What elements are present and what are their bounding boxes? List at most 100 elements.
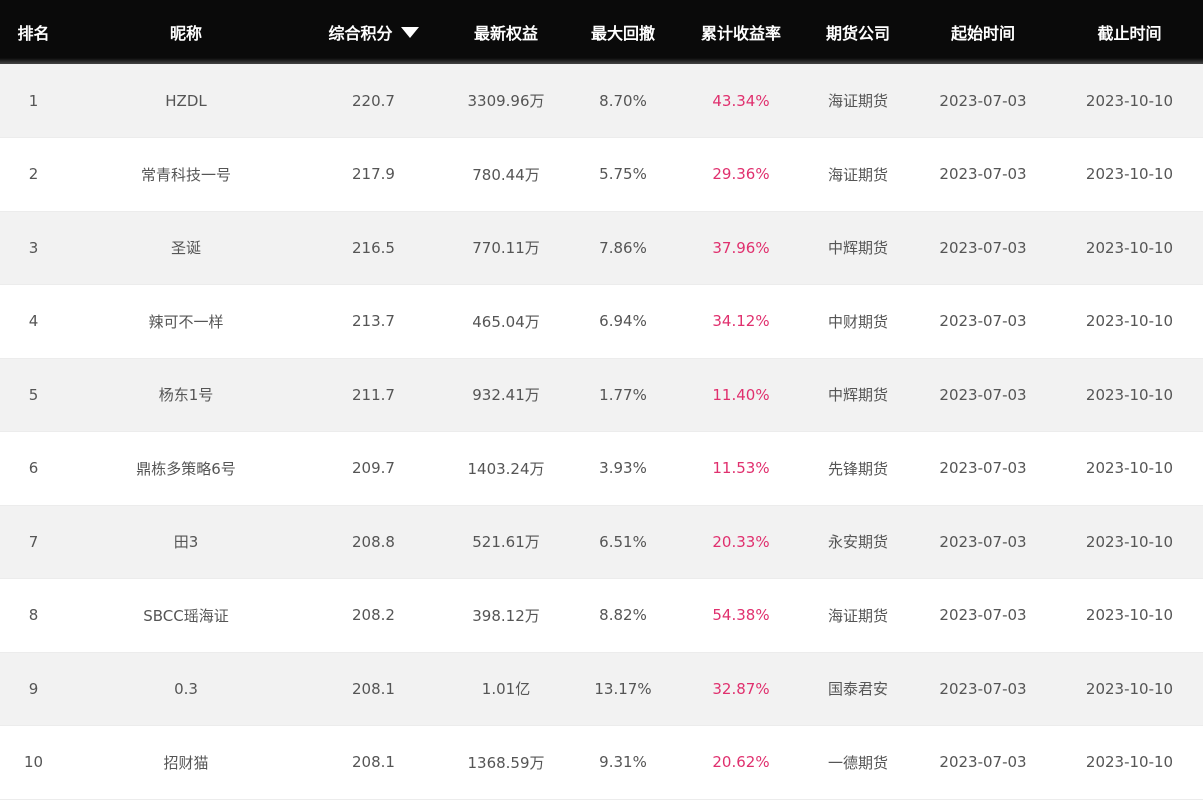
table-row: 8 SBCC瑶海证 208.2 398.12万 8.82% 54.38% 海证期… (0, 578, 1203, 652)
caret-down-icon[interactable] (400, 27, 419, 38)
cell-nickname: 辣可不一样 (148, 312, 224, 331)
cell-cum-return: 54.38% (712, 606, 770, 625)
cell-score: 209.7 (352, 459, 395, 478)
table-row: 9 0.3 208.1 1.01亿 13.17% 32.87% 国泰君安 202… (0, 652, 1203, 726)
header-nickname: 昵称 (169, 24, 202, 43)
table-header: 排名 昵称 综合积分 最新权益 最大回撤 累计收益率 期货公司 起始时间 截止时… (0, 0, 1203, 64)
cell-equity: 3309.96万 (467, 92, 545, 110)
cell-equity: 1368.59万 (467, 753, 545, 772)
cell-broker: 中财期货 (827, 312, 888, 331)
cell-end: 2023-10-10 (1085, 385, 1174, 404)
cell-equity: 932.41万 (472, 386, 540, 405)
cell-end: 2023-10-10 (1085, 165, 1174, 184)
cell-equity: 780.44万 (472, 165, 540, 184)
cell-end: 2023-10-10 (1085, 312, 1174, 331)
table-row: 7 田3 208.8 521.61万 6.51% 20.33% 永安期货 202… (0, 505, 1203, 579)
cell-start: 2023-07-03 (939, 753, 1027, 772)
cell-equity: 770.11万 (472, 239, 540, 258)
cell-rank: 1 (28, 91, 39, 110)
header-broker: 期货公司 (825, 24, 890, 43)
cell-cum-return: 20.33% (712, 532, 770, 551)
cell-rank: 3 (28, 238, 39, 257)
header-end: 截止时间 (1097, 24, 1162, 43)
cell-score: 216.5 (352, 238, 395, 257)
header-equity: 最新权益 (473, 24, 538, 43)
cell-broker: 中辉期货 (827, 386, 888, 405)
table-row: 2 常青科技一号 217.9 780.44万 5.75% 29.36% 海证期货… (0, 137, 1203, 211)
header-cum-return: 累计收益率 (700, 24, 781, 43)
header-score-sortable[interactable]: 综合积分 (305, 0, 442, 64)
cell-score: 213.7 (352, 312, 395, 331)
cell-drawdown: 6.51% (599, 532, 647, 551)
cell-rank: 10 (23, 753, 44, 772)
cell-rank: 4 (28, 312, 39, 331)
cell-nickname: 招财猫 (163, 753, 209, 772)
cell-cum-return: 43.34% (712, 91, 770, 110)
cell-equity: 1.01亿 (481, 680, 531, 699)
cell-cum-return: 34.12% (712, 312, 770, 331)
cell-nickname: 常青科技一号 (140, 165, 231, 184)
cell-drawdown: 1.77% (599, 385, 647, 404)
cell-rank: 9 (28, 679, 39, 698)
cell-nickname: 0.3 (174, 679, 198, 698)
table-body: 1 HZDL 220.7 3309.96万 8.70% 43.34% 海证期货 … (0, 64, 1203, 799)
cell-broker: 国泰君安 (827, 680, 888, 699)
cell-nickname: 鼎栋多策略6号 (136, 459, 236, 478)
cell-cum-return: 37.96% (712, 238, 770, 257)
cell-cum-return: 20.62% (712, 753, 770, 772)
cell-nickname: 圣诞 (170, 239, 201, 258)
cell-drawdown: 8.82% (599, 606, 647, 625)
header-start: 起始时间 (950, 24, 1015, 43)
cell-end: 2023-10-10 (1085, 532, 1174, 551)
cell-broker: 永安期货 (827, 533, 888, 552)
cell-equity: 465.04万 (472, 312, 540, 331)
cell-cum-return: 32.87% (712, 679, 770, 698)
cell-end: 2023-10-10 (1085, 238, 1174, 257)
cell-start: 2023-07-03 (939, 459, 1027, 478)
cell-equity: 521.61万 (472, 533, 540, 552)
cell-end: 2023-10-10 (1085, 679, 1174, 698)
cell-rank: 8 (28, 606, 39, 625)
cell-drawdown: 7.86% (599, 238, 647, 257)
table-row: 3 圣诞 216.5 770.11万 7.86% 37.96% 中辉期货 202… (0, 211, 1203, 285)
cell-score: 208.2 (352, 606, 395, 625)
header-score-label: 综合积分 (328, 24, 393, 43)
cell-score: 208.1 (352, 753, 395, 772)
cell-broker: 一德期货 (827, 753, 888, 772)
cell-nickname: HZDL (165, 91, 207, 110)
cell-start: 2023-07-03 (939, 91, 1027, 110)
ranking-table: 排名 昵称 综合积分 最新权益 最大回撤 累计收益率 期货公司 起始时间 截止时… (0, 0, 1203, 800)
cell-broker: 海证期货 (827, 92, 888, 110)
cell-cum-return: 11.53% (712, 459, 770, 478)
cell-equity: 398.12万 (472, 606, 540, 625)
cell-drawdown: 6.94% (599, 312, 647, 331)
cell-equity: 1403.24万 (467, 459, 545, 478)
cell-broker: 海证期货 (827, 606, 888, 625)
table-row: 5 杨东1号 211.7 932.41万 1.77% 11.40% 中辉期货 2… (0, 358, 1203, 432)
header-drawdown: 最大回撤 (590, 24, 655, 43)
cell-end: 2023-10-10 (1085, 91, 1174, 110)
table-row: 6 鼎栋多策略6号 209.7 1403.24万 3.93% 11.53% 先锋… (0, 431, 1203, 505)
table-row: 10 招财猫 208.1 1368.59万 9.31% 20.62% 一德期货 … (0, 725, 1203, 799)
header-rank: 排名 (17, 24, 50, 43)
cell-start: 2023-07-03 (939, 606, 1027, 625)
cell-broker: 中辉期货 (827, 239, 888, 258)
cell-end: 2023-10-10 (1085, 753, 1174, 772)
cell-end: 2023-10-10 (1085, 459, 1174, 478)
cell-nickname: SBCC瑶海证 (143, 606, 229, 625)
cell-cum-return: 29.36% (712, 165, 770, 184)
cell-drawdown: 9.31% (599, 753, 647, 772)
cell-start: 2023-07-03 (939, 385, 1027, 404)
cell-rank: 6 (28, 459, 39, 478)
cell-nickname: 田3 (173, 533, 199, 552)
cell-start: 2023-07-03 (939, 238, 1027, 257)
cell-score: 208.1 (352, 679, 395, 698)
cell-cum-return: 11.40% (712, 385, 770, 404)
cell-drawdown: 13.17% (594, 679, 652, 698)
cell-rank: 7 (28, 532, 39, 551)
table-row: 4 辣可不一样 213.7 465.04万 6.94% 34.12% 中财期货 … (0, 284, 1203, 358)
cell-drawdown: 8.70% (599, 91, 647, 110)
cell-rank: 5 (28, 385, 39, 404)
cell-score: 211.7 (352, 385, 395, 404)
cell-broker: 海证期货 (827, 165, 888, 184)
